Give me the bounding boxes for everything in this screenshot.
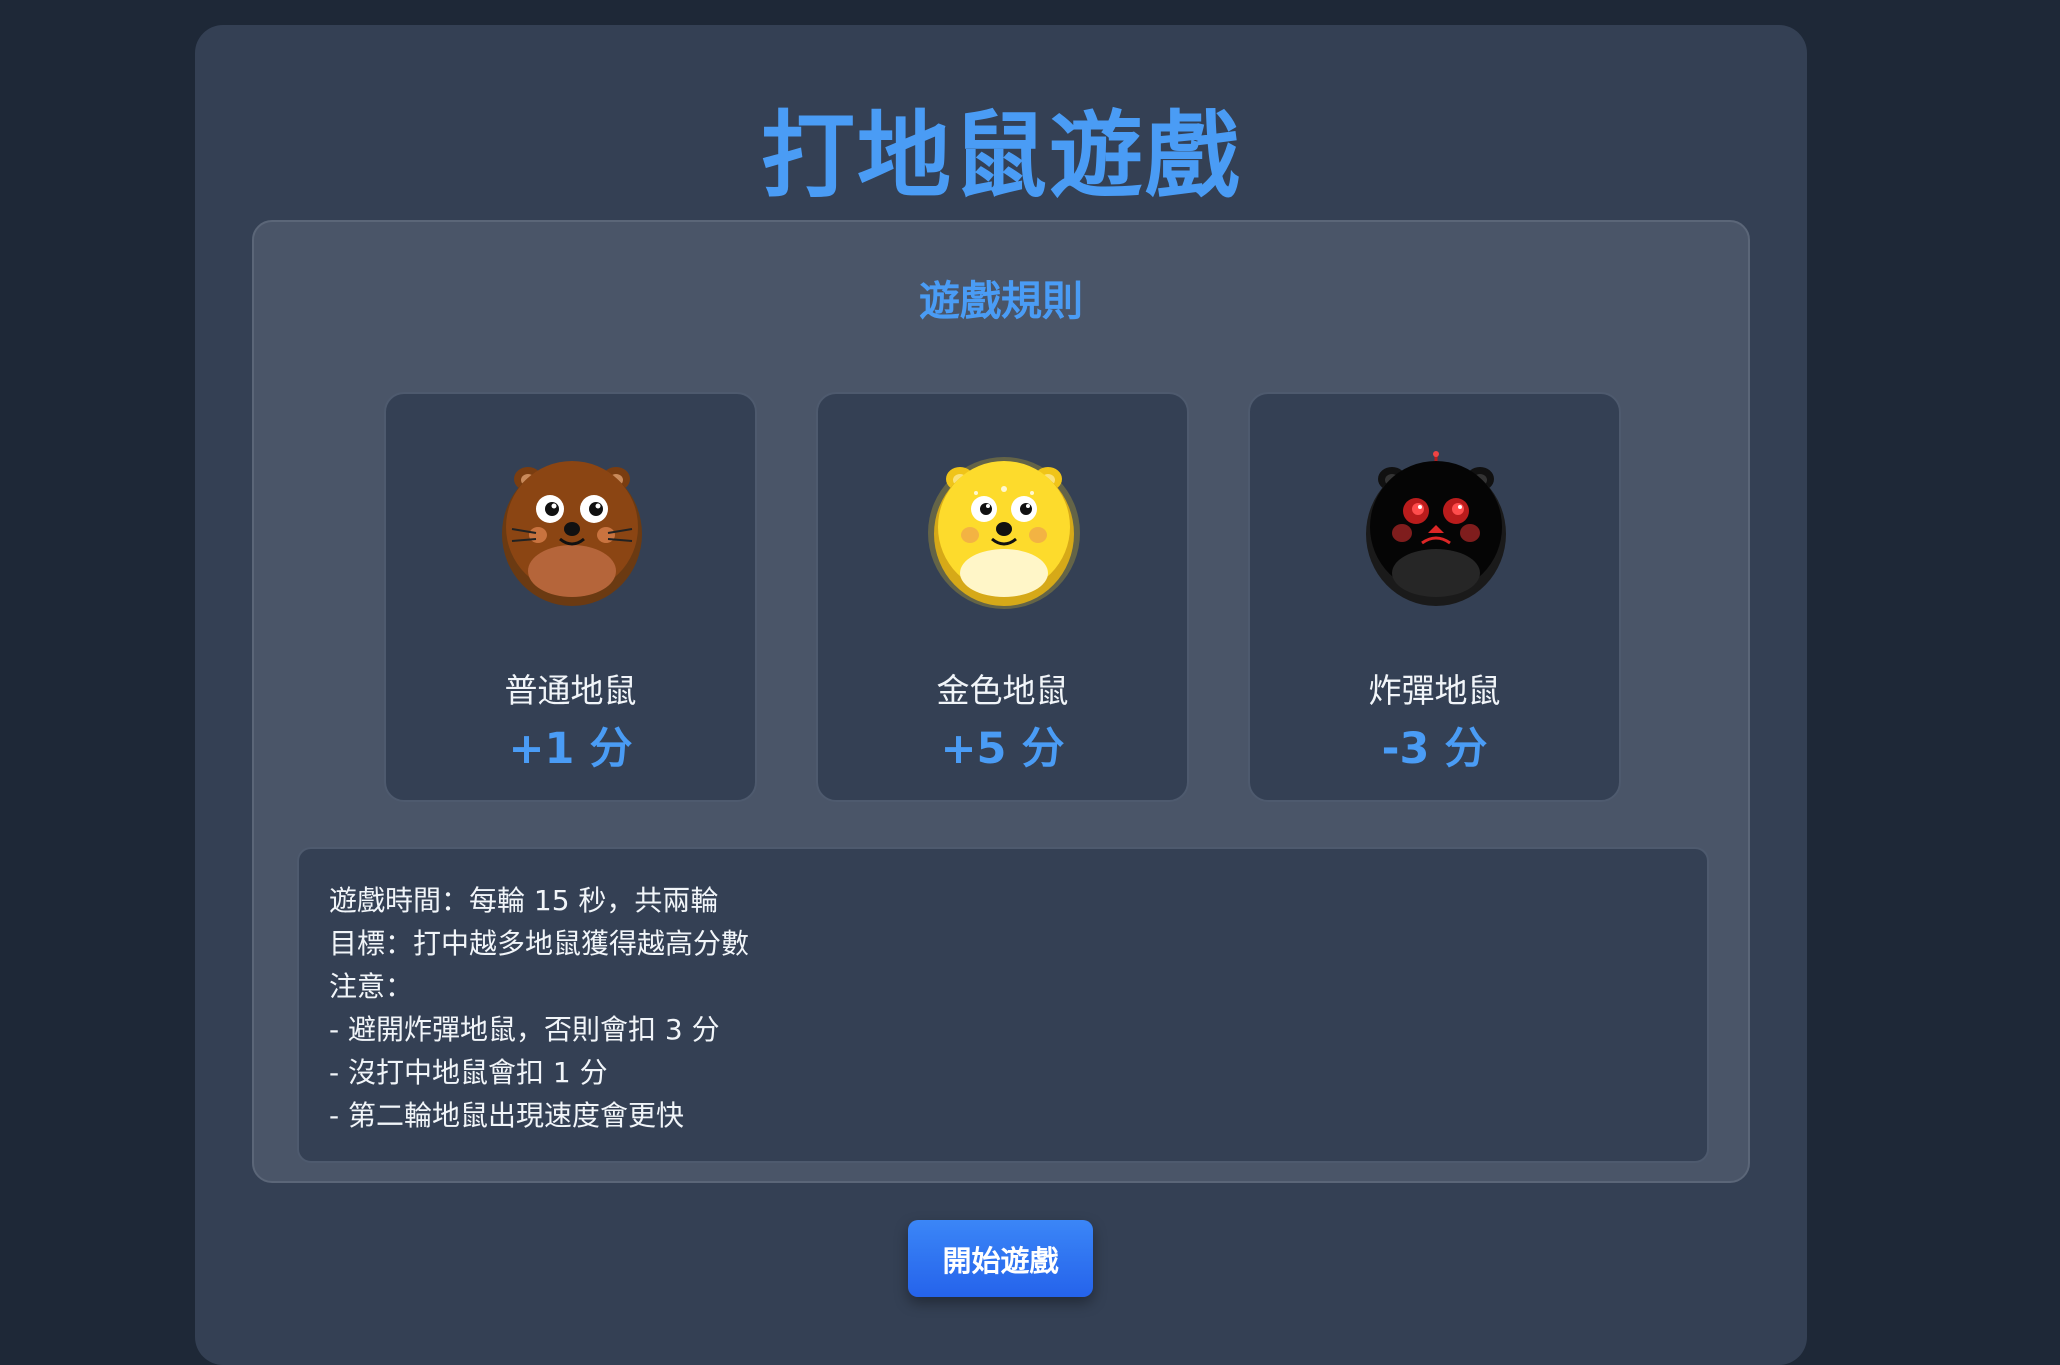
game-panel: 打地鼠遊戲 遊戲規則 普通地鼠 +1 分 金色地鼠 +5 分 炸彈地鼠 -3 分… — [195, 25, 1807, 1365]
mole-name: 炸彈地鼠 — [1368, 671, 1501, 710]
mole-card-bomb: 炸彈地鼠 -3 分 — [1248, 392, 1621, 802]
mole-card-normal: 普通地鼠 +1 分 — [384, 392, 757, 802]
rule-line-miss: - 沒打中地鼠會扣 1 分 — [329, 1056, 608, 1089]
mole-points: +5 分 — [940, 724, 1065, 774]
game-title: 打地鼠遊戲 — [760, 102, 1241, 211]
mole-card-golden: 金色地鼠 +5 分 — [816, 392, 1189, 802]
rules-details: 遊戲時間：每輪 15 秒，共兩輪 目標：打中越多地鼠獲得越高分數 注意： - 避… — [297, 847, 1709, 1163]
rule-line-bomb: - 避開炸彈地鼠，否則會扣 3 分 — [329, 1013, 720, 1046]
rule-line-goal: 目標：打中越多地鼠獲得越高分數 — [329, 927, 750, 960]
rule-line-time: 遊戲時間：每輪 15 秒，共兩輪 — [329, 884, 719, 917]
start-game-button[interactable]: 開始遊戲 — [908, 1220, 1093, 1297]
bomb-mole-icon — [1356, 449, 1516, 609]
mole-name: 金色地鼠 — [936, 671, 1069, 710]
rules-heading: 遊戲規則 — [919, 277, 1083, 325]
mole-points: -3 分 — [1381, 724, 1488, 774]
mole-points: +1 分 — [508, 724, 633, 774]
rule-line-note: 注意： — [329, 970, 414, 1003]
mole-name: 普通地鼠 — [504, 671, 637, 710]
brown-mole-icon — [492, 449, 652, 609]
rule-line-round2: - 第二輪地鼠出現速度會更快 — [329, 1099, 685, 1132]
rules-section: 遊戲規則 普通地鼠 +1 分 金色地鼠 +5 分 炸彈地鼠 -3 分 遊戲時間：… — [252, 220, 1750, 1183]
golden-mole-icon — [924, 449, 1084, 609]
